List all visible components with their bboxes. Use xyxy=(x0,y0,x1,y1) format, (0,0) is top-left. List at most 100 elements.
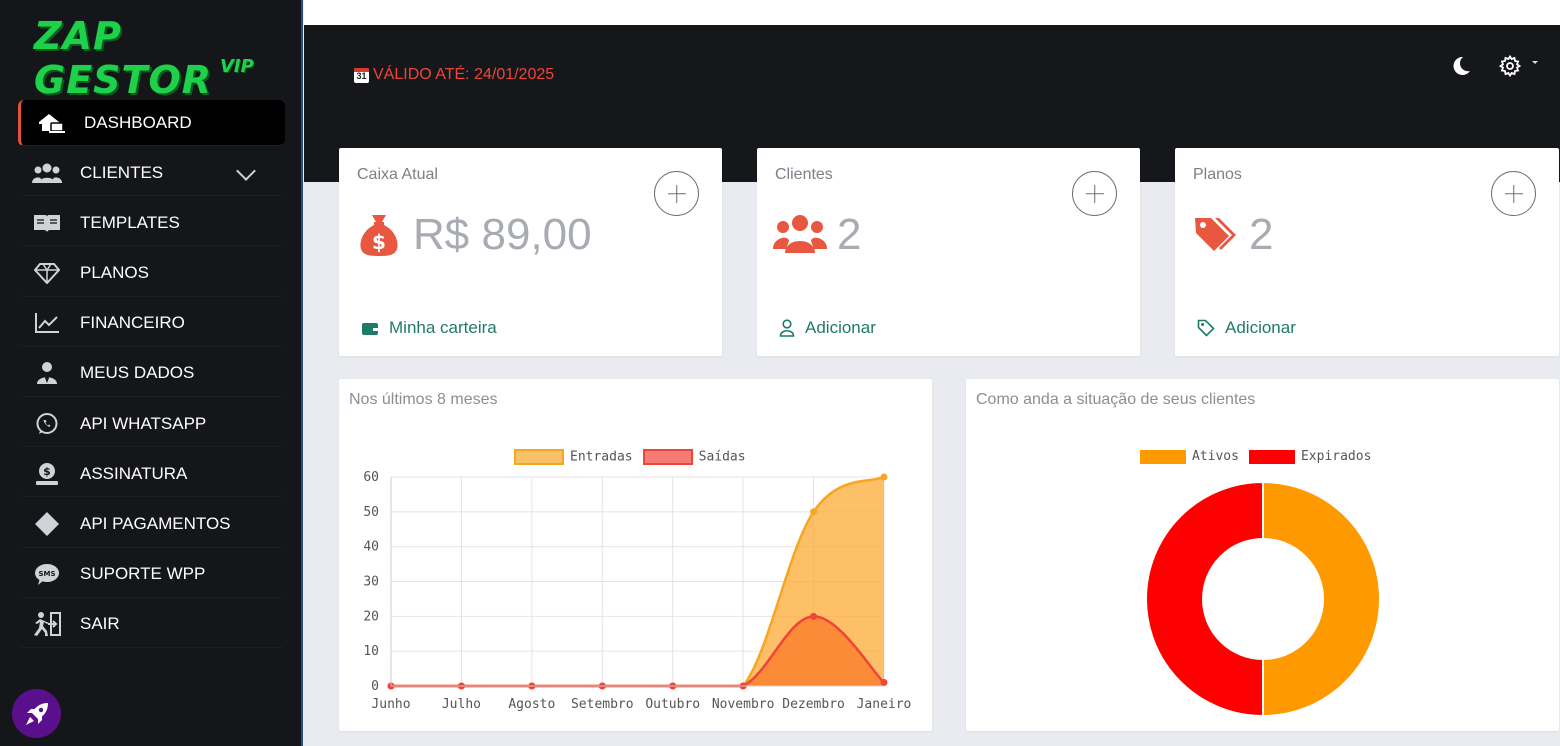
sidebar-item-meus-dados[interactable]: MEUS DADOS xyxy=(18,351,285,397)
users-icon xyxy=(32,161,62,185)
sidebar-item-sair[interactable]: SAIR xyxy=(18,602,285,648)
brand-logo[interactable]: ZAP GESTOR VIP xyxy=(34,14,274,102)
sidebar-item-label: API WHATSAPP xyxy=(80,413,207,433)
sidebar-item-label: DASHBOARD xyxy=(84,112,192,132)
sidebar-item-suporte-wpp[interactable]: SMS SUPORTE WPP xyxy=(18,552,285,598)
money-hand-icon: $ xyxy=(32,462,62,486)
svg-text:$: $ xyxy=(372,230,386,254)
sidebar-item-planos[interactable]: PLANOS xyxy=(18,251,285,297)
sidebar-item-label: CLIENTES xyxy=(80,162,164,182)
sidebar-item-assinatura[interactable]: $ ASSINATURA xyxy=(18,451,285,498)
tag-icon xyxy=(1197,319,1215,337)
user-tie-icon xyxy=(32,361,62,385)
chart-card-clients-status: Como anda a situação de seus clientes At… xyxy=(966,379,1559,731)
validity-text: VÁLIDO ATÉ: 24/01/2025 xyxy=(373,66,555,83)
tags-icon xyxy=(1191,211,1239,259)
add-client-link[interactable]: Adicionar xyxy=(779,318,876,338)
stat-title: Caixa Atual xyxy=(357,166,438,183)
sidebar-item-financeiro[interactable]: FINANCEIRO xyxy=(18,301,285,347)
wallet-icon xyxy=(362,323,378,335)
add-button[interactable] xyxy=(654,171,699,216)
moon-icon[interactable] xyxy=(1450,55,1472,77)
stat-value: R$ 89,00 xyxy=(413,210,592,259)
money-bag-icon: $ xyxy=(355,211,403,259)
rocket-button[interactable] xyxy=(12,689,61,738)
sidebar-item-clientes[interactable]: CLIENTES xyxy=(18,150,285,197)
stat-card-caixa: Caixa Atual $ R$ 89,00 Minha carteira xyxy=(339,148,722,356)
x-tick-label: Dezembro xyxy=(782,697,845,712)
sidebar-item-dashboard[interactable]: DASHBOARD xyxy=(18,100,285,146)
users-icon xyxy=(773,211,827,259)
data-point[interactable] xyxy=(810,612,818,620)
wallet-link[interactable]: Minha carteira xyxy=(361,318,497,338)
area-chart: 0 10 20 30 40 50 60 Junho Julho Agosto Setembro Out… xyxy=(363,470,912,712)
sidebar-item-templates[interactable]: TEMPLATES xyxy=(18,200,285,247)
gem-icon xyxy=(32,261,62,285)
stat-value-row: 2 xyxy=(773,210,861,260)
y-tick-label: 10 xyxy=(363,644,379,659)
stat-title: Clientes xyxy=(775,166,833,183)
stat-value: 2 xyxy=(837,210,862,259)
chart-line-icon xyxy=(32,311,62,335)
data-point[interactable] xyxy=(810,508,818,516)
gear-icon[interactable] xyxy=(1499,55,1521,77)
add-client-label: Adicionar xyxy=(805,318,876,337)
svg-text:$: $ xyxy=(43,465,51,478)
house-laptop-icon xyxy=(36,111,66,135)
x-tick-label: Setembro xyxy=(571,697,634,712)
x-tick-label: Junho xyxy=(371,697,410,712)
svg-text:SMS: SMS xyxy=(38,570,55,578)
caret-down-icon[interactable] xyxy=(1532,61,1538,64)
add-button[interactable] xyxy=(1072,171,1117,216)
validity-notice: 31 VÁLIDO ATÉ: 24/01/2025 xyxy=(354,66,554,84)
sidebar-nav: DASHBOARD CLIENTES TEMPLATES PLANOS FINA… xyxy=(18,100,285,652)
add-button[interactable] xyxy=(1491,171,1536,216)
wallet-link-label: Minha carteira xyxy=(389,318,497,337)
calendar-icon: 31 xyxy=(354,67,369,83)
y-tick-label: 30 xyxy=(363,575,379,590)
sidebar-item-label: SAIR xyxy=(80,614,120,634)
stat-card-clientes: Clientes 2 Adicionar xyxy=(757,148,1140,356)
diamonds-icon xyxy=(32,512,62,536)
add-plan-label: Adicionar xyxy=(1225,318,1296,337)
stat-title: Planos xyxy=(1193,166,1242,183)
donut-slice-ativos[interactable] xyxy=(1262,480,1381,718)
stat-value: 2 xyxy=(1249,210,1274,259)
stat-value-row: $ R$ 89,00 xyxy=(355,210,592,260)
book-open-icon xyxy=(32,211,62,235)
rocket-icon xyxy=(25,702,48,725)
sidebar-item-label: ASSINATURA xyxy=(80,463,188,483)
sidebar-item-label: MEUS DADOS xyxy=(80,363,195,383)
top-strip xyxy=(304,0,1560,25)
x-tick-label: Novembro xyxy=(712,697,775,712)
data-point[interactable] xyxy=(880,679,888,687)
exit-run-icon xyxy=(32,612,62,637)
sidebar-item-label: PLANOS xyxy=(80,263,149,283)
sidebar-item-api-pagamentos[interactable]: API PAGAMENTOS xyxy=(18,502,285,548)
x-tick-label: Agosto xyxy=(508,697,555,712)
chevron-down-icon[interactable] xyxy=(236,161,256,182)
sidebar: ZAP GESTOR VIP DASHBOARD CLIENTES TEMPLA… xyxy=(0,0,303,746)
user-icon xyxy=(779,319,795,337)
sidebar-item-label: API PAGAMENTOS xyxy=(80,514,231,533)
y-tick-label: 0 xyxy=(371,679,379,694)
y-tick-label: 40 xyxy=(363,540,379,555)
stat-card-planos: Planos 2 Adicionar xyxy=(1175,148,1559,356)
sidebar-item-label: FINANCEIRO xyxy=(80,313,185,333)
x-tick-label: Julho xyxy=(442,697,481,712)
add-plan-link[interactable]: Adicionar xyxy=(1197,318,1296,338)
donut-chart xyxy=(1145,480,1381,718)
sidebar-item-label: TEMPLATES xyxy=(80,212,180,232)
brand-tier: VIP xyxy=(220,56,254,77)
x-tick-label: Janeiro xyxy=(857,697,912,712)
stat-value-row: 2 xyxy=(1191,210,1273,260)
data-point[interactable] xyxy=(880,473,888,481)
sidebar-item-label: SUPORTE WPP xyxy=(80,564,206,584)
donut-slice-expirados[interactable] xyxy=(1145,480,1264,718)
sms-icon: SMS xyxy=(32,562,62,586)
y-tick-label: 20 xyxy=(363,609,379,624)
y-tick-label: 50 xyxy=(363,505,379,520)
x-tick-label: Outubro xyxy=(645,697,700,712)
whatsapp-icon xyxy=(32,412,62,436)
sidebar-item-api-whatsapp[interactable]: API WHATSAPP xyxy=(18,401,285,448)
